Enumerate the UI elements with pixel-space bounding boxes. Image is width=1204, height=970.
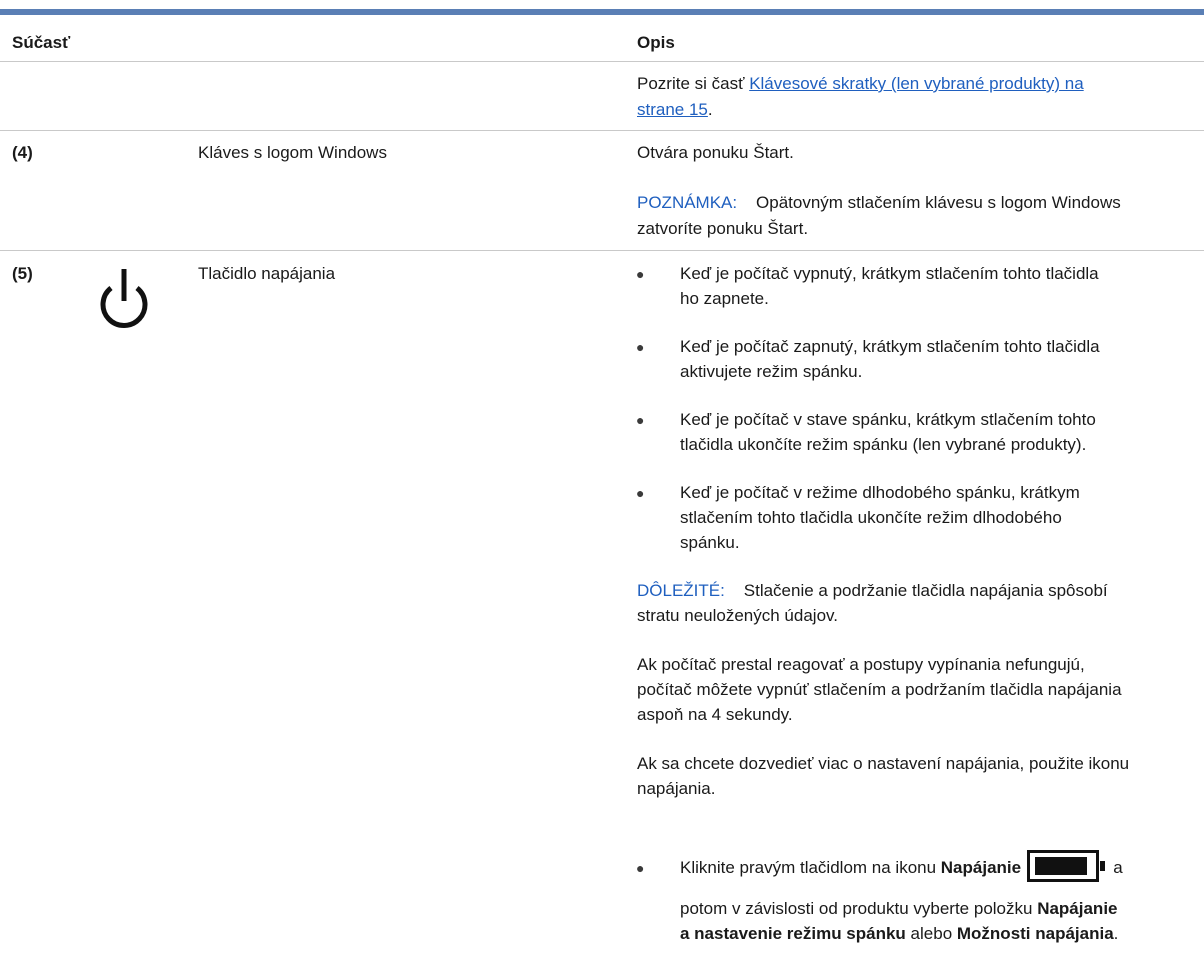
row4-component: Kláves s logom Windows: [198, 143, 387, 162]
prev-row-suffix: .: [707, 100, 713, 119]
note-text-2: zatvoríte ponuku Štart.: [637, 219, 809, 238]
last-bullet-and: a: [1113, 858, 1123, 877]
bullet-dot: ●: [636, 266, 645, 282]
bullet-3-line2: tlačidla ukončíte režim spánku (len vybr…: [680, 435, 1087, 454]
last-bullet-line1: Kliknite pravým tlačidlom na ikonu Napáj…: [680, 850, 1190, 884]
note-label: POZNÁMKA:: [637, 193, 738, 212]
power-icon: [92, 265, 156, 344]
row-divider: [0, 250, 1204, 251]
bullet-4-line1: Keď je počítač v režime dlhodobého spánk…: [680, 483, 1080, 502]
last-bullet-line3: a nastavenie režimu spánku alebo Možnost…: [680, 922, 1190, 946]
row4-note: POZNÁMKA: Opätovným stlačením klávesu s …: [637, 191, 1197, 215]
bullet-1-line2: ho zapnete.: [680, 289, 769, 308]
power-label: Napájanie: [940, 858, 1022, 877]
header-description: Opis: [637, 33, 675, 52]
important-text-2: stratu neuložených údajov.: [637, 606, 838, 625]
last-bullet-line2: potom v závislosti od produktu vyberte p…: [680, 897, 1190, 921]
prev-row-text: Pozrite si časť Klávesové skratky (len v…: [637, 72, 1197, 96]
power-settings-label-b: a nastavenie režimu spánku: [680, 924, 906, 943]
important-note: DÔLEŽITÉ: Stlačenie a podržanie tlačidla…: [637, 579, 1192, 603]
table-header: Súčasť Opis: [0, 15, 1204, 62]
row4-description: Otvára ponuku Štart.: [637, 143, 794, 162]
bullet-2-line2: aktivujete režim spánku.: [680, 362, 863, 381]
para1-line1: Ak počítač prestal reagovať a postupy vy…: [637, 655, 1085, 674]
row4-number: (4): [12, 143, 33, 162]
prev-row-prefix: Pozrite si časť: [637, 74, 750, 93]
para2-line2: napájania.: [637, 779, 716, 798]
para1-line3: aspoň na 4 sekundy.: [637, 705, 793, 724]
row5-number: (5): [12, 264, 33, 283]
battery-icon: [1027, 850, 1106, 882]
para2-line1: Ak sa chcete dozvedieť viac o nastavení …: [637, 754, 1130, 773]
important-text-1: Stlačenie a podržanie tlačidla napájania…: [743, 581, 1108, 600]
bullet-1-line1: Keď je počítač vypnutý, krátkym stlačení…: [680, 264, 1099, 283]
bullet-dot: ●: [636, 412, 645, 428]
important-label: DÔLEŽITÉ:: [637, 581, 725, 600]
bullet-4-line2: stlačením tohto tlačidla ukončíte režim …: [680, 508, 1062, 527]
note-text-1: Opätovným stlačením klávesu s logom Wind…: [756, 193, 1121, 212]
power-settings-label-a: Napájanie: [1037, 899, 1118, 918]
header-component: Súčasť: [12, 33, 71, 52]
bullet-dot: ●: [636, 339, 645, 355]
shortcuts-link-page[interactable]: strane 15: [637, 100, 708, 119]
power-options-label: Možnosti napájania: [956, 924, 1114, 943]
bullet-4-line3: spánku.: [680, 533, 740, 552]
row5-component: Tlačidlo napájania: [198, 264, 336, 283]
bullet-3-line1: Keď je počítač v stave spánku, krátkym s…: [680, 410, 1096, 429]
last-bullet-line2-prefix: potom v závislosti od produktu vyberte p…: [680, 899, 1038, 918]
last-bullet-prefix: Kliknite pravým tlačidlom na ikonu: [680, 858, 941, 877]
prev-row-text-line2: strane 15.: [637, 98, 713, 122]
bullet-2-line1: Keď je počítač zapnutý, krátkym stlačení…: [680, 337, 1100, 356]
last-bullet-or: alebo: [905, 924, 957, 943]
bullet-dot: ●: [636, 485, 645, 501]
bullet-dot: ●: [636, 860, 645, 876]
last-bullet-end: .: [1113, 924, 1119, 943]
para1-line2: počítač môžete vypnúť stlačením a podrža…: [637, 680, 1122, 699]
row-divider: [0, 130, 1204, 131]
shortcuts-link[interactable]: Klávesové skratky (len vybrané produkty)…: [749, 74, 1084, 93]
